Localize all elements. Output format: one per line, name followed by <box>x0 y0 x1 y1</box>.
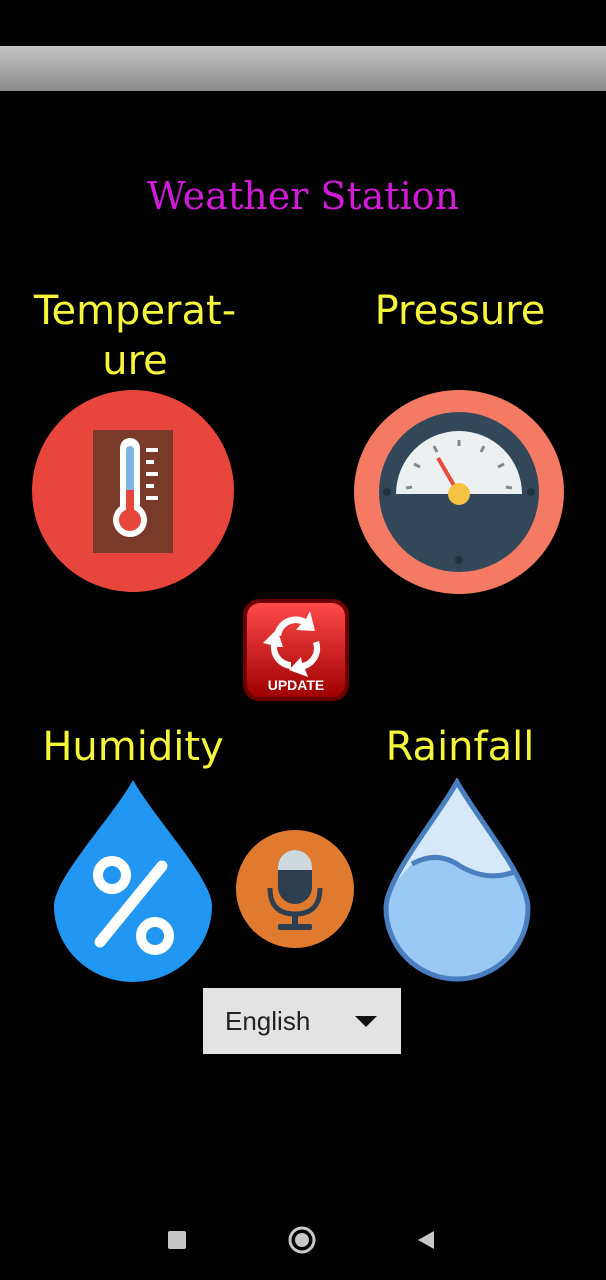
thermometer-icon <box>32 390 234 592</box>
rainfall-label: Rainfall <box>385 724 535 770</box>
language-dropdown[interactable]: English <box>203 988 401 1054</box>
chevron-down-icon <box>355 1016 377 1027</box>
temperature-button[interactable] <box>30 390 236 592</box>
pressure-button[interactable] <box>354 390 564 594</box>
humidity-button[interactable] <box>52 778 214 982</box>
microphone-icon <box>236 830 354 948</box>
humidity-label: Humidity <box>42 724 224 770</box>
language-selected-value: English <box>225 1005 311 1036</box>
circle-home-icon[interactable] <box>288 1226 316 1254</box>
humidity-drop-icon <box>54 780 212 982</box>
voice-input-button[interactable] <box>236 830 354 948</box>
app-title: Weather Station <box>146 174 460 218</box>
update-button[interactable]: UPDATE <box>241 597 351 703</box>
square-recents-icon[interactable] <box>168 1231 186 1249</box>
triangle-back-icon[interactable] <box>416 1229 436 1251</box>
pressure-gauge-icon <box>354 390 564 594</box>
rain-drop-icon <box>383 778 531 982</box>
update-label: UPDATE <box>267 677 325 693</box>
status-bar <box>0 46 606 91</box>
temperature-label: Temperat- ure <box>33 288 237 384</box>
pressure-label: Pressure <box>374 288 546 334</box>
rainfall-button[interactable] <box>382 778 532 982</box>
